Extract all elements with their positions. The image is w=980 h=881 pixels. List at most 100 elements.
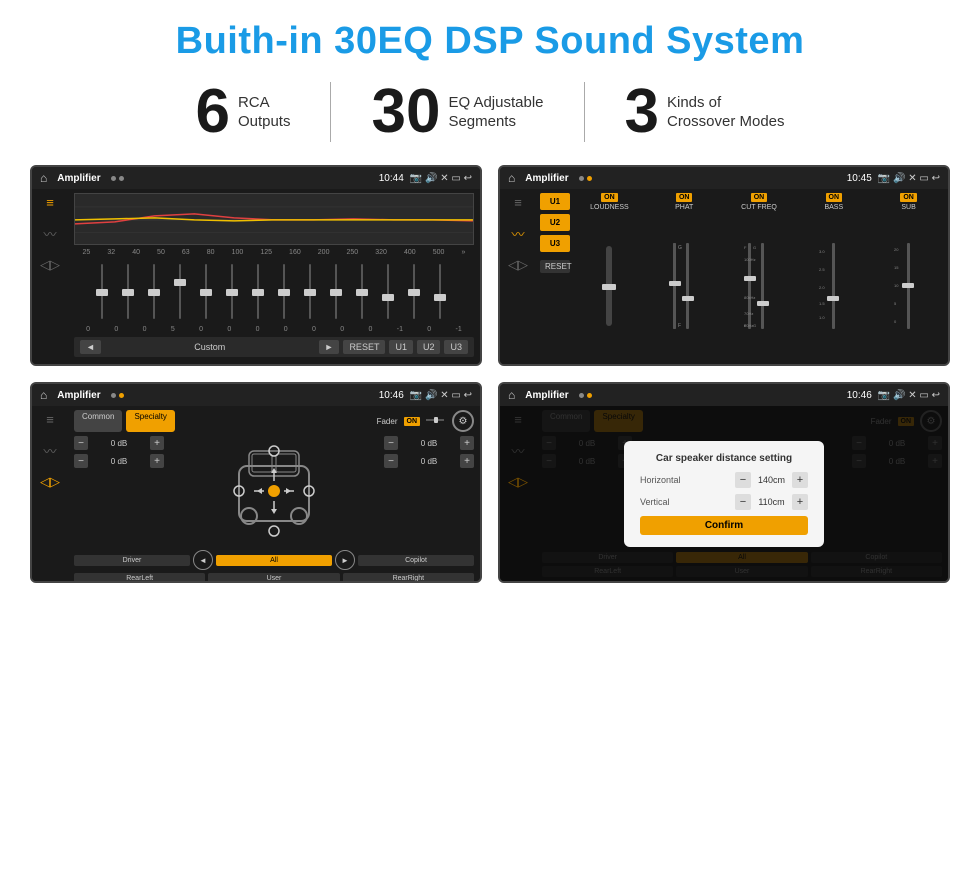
- spk-body: ≡ 〰 ◁▷ Common Specialty Fader ON: [32, 406, 480, 581]
- db-minus-3[interactable]: −: [384, 436, 398, 450]
- vertical-minus-btn[interactable]: −: [735, 494, 751, 510]
- loudness-slider[interactable]: [606, 246, 612, 326]
- dialog-row-horizontal: Horizontal − 140cm +: [640, 472, 808, 488]
- app-name-amp: Amplifier: [525, 173, 568, 184]
- rearleft-btn[interactable]: RearLeft: [74, 573, 205, 583]
- eq-icon[interactable]: ≡: [46, 195, 54, 210]
- confirm-button[interactable]: Confirm: [640, 516, 808, 535]
- eq-icon-amp[interactable]: ≡: [514, 195, 522, 210]
- arrow-left-icon[interactable]: ◄: [193, 550, 213, 570]
- db-plus-3[interactable]: +: [460, 436, 474, 450]
- home-icon-amp[interactable]: ⌂: [508, 171, 515, 185]
- eq-next-btn[interactable]: ►: [319, 340, 340, 354]
- spk-tabs: Common Specialty Fader ON ⚙: [74, 410, 474, 432]
- rearright-btn[interactable]: RearRight: [343, 573, 474, 583]
- home-icon-spk[interactable]: ⌂: [40, 388, 47, 402]
- stat-label-crossover: Kinds ofCrossover Modes: [667, 93, 785, 132]
- time-amp: 10:45: [847, 173, 872, 184]
- spk-diagram: [172, 436, 376, 546]
- vertical-value: 110cm: [754, 497, 789, 507]
- db-plus-2[interactable]: +: [150, 454, 164, 468]
- spk-left-controls: − 0 dB + − 0 dB +: [74, 436, 164, 546]
- svg-text:2.5: 2.5: [819, 267, 825, 272]
- status-bar-amp: ⌂ Amplifier 10:45 📷 🔊 ✕ ▭ ↩: [500, 167, 948, 189]
- channel-sub: ON SUB 20 15 10 5 0: [873, 193, 944, 360]
- svg-text:80kHz: 80kHz: [744, 295, 755, 300]
- channel-cutfreq: ON CUT FREQ F F G G: [724, 193, 795, 360]
- stats-row: 6 RCAOutputs 30 EQ AdjustableSegments 3 …: [30, 81, 950, 143]
- amp-u2-btn[interactable]: U2: [540, 214, 570, 231]
- screens-grid: ⌂ Amplifier 10:44 📷 🔊 ✕ ▭ ↩ ≡ 〰 ◁▷: [30, 165, 950, 583]
- eq-u2-btn[interactable]: U2: [417, 340, 441, 354]
- svg-text:1.0: 1.0: [819, 315, 825, 320]
- amp-u1-btn[interactable]: U1: [540, 193, 570, 210]
- db-minus-2[interactable]: −: [74, 454, 88, 468]
- eq-icon-spk[interactable]: ≡: [46, 412, 54, 427]
- eq-controls: ◄ Custom ► RESET U1 U2 U3: [74, 337, 474, 357]
- eq-u3-btn[interactable]: U3: [444, 340, 468, 354]
- eq-reset-btn[interactable]: RESET: [343, 340, 385, 354]
- amp-body: ≡ 〰 ◁▷ U1 U2 U3 RESET ON LO: [500, 189, 948, 364]
- amp-u3-btn[interactable]: U3: [540, 235, 570, 252]
- app-name-spk: Amplifier: [57, 390, 100, 401]
- horizontal-plus-btn[interactable]: +: [792, 472, 808, 488]
- dot-amp2: [587, 176, 592, 181]
- home-icon[interactable]: ⌂: [40, 171, 47, 185]
- dot-amp1: [579, 176, 584, 181]
- all-btn[interactable]: All: [216, 555, 332, 566]
- amp-reset-btn[interactable]: RESET: [540, 260, 570, 273]
- spk-right-controls: − 0 dB + − 0 dB +: [384, 436, 474, 546]
- fader-on-badge: ON: [404, 417, 421, 426]
- db-minus-4[interactable]: −: [384, 454, 398, 468]
- db-plus-4[interactable]: +: [460, 454, 474, 468]
- home-icon-dlg[interactable]: ⌂: [508, 388, 515, 402]
- vertical-plus-btn[interactable]: +: [792, 494, 808, 510]
- settings-icon[interactable]: ⚙: [452, 410, 474, 432]
- horizontal-minus-btn[interactable]: −: [735, 472, 751, 488]
- svg-text:0: 0: [894, 319, 897, 324]
- bass-slider: 3.0 2.5 2.0 1.5 1.0: [819, 241, 849, 331]
- driver-btn[interactable]: Driver: [74, 555, 190, 566]
- svg-text:G: G: [753, 245, 756, 250]
- db-minus-1[interactable]: −: [74, 436, 88, 450]
- vol-icon-spk[interactable]: ◁▷: [40, 474, 60, 490]
- stat-number-crossover: 3: [625, 81, 659, 143]
- dot1: [111, 176, 116, 181]
- db-plus-1[interactable]: +: [150, 436, 164, 450]
- svg-text:1.5: 1.5: [819, 301, 825, 306]
- db-control-3: − 0 dB +: [384, 436, 474, 450]
- wave-icon[interactable]: 〰: [43, 224, 56, 243]
- db-control-1: − 0 dB +: [74, 436, 164, 450]
- svg-text:3.0: 3.0: [819, 249, 825, 254]
- stat-eq: 30 EQ AdjustableSegments: [331, 81, 583, 143]
- volume-icon[interactable]: ◁▷: [40, 257, 60, 273]
- svg-text:100Hz: 100Hz: [744, 257, 756, 262]
- main-title: Buith-in 30EQ DSP Sound System: [30, 20, 950, 63]
- channel-phat: ON PHAT G F: [649, 193, 720, 360]
- wave-icon-amp[interactable]: 〰: [511, 224, 524, 243]
- dialog-row-vertical: Vertical − 110cm +: [640, 494, 808, 510]
- spk-footer: Driver ◄ All ► Copilot: [74, 550, 474, 570]
- status-icons-dlg: 📷 🔊 ✕ ▭ ↩: [878, 390, 940, 401]
- svg-text:60Hz: 60Hz: [744, 323, 753, 328]
- spk-content: Common Specialty Fader ON ⚙: [68, 406, 480, 581]
- arrow-right-icon[interactable]: ►: [335, 550, 355, 570]
- copilot-btn[interactable]: Copilot: [358, 555, 474, 566]
- status-icons-eq: 📷 🔊 ✕ ▭ ↩: [410, 173, 472, 184]
- time-eq: 10:44: [379, 173, 404, 184]
- vol-icon-amp[interactable]: ◁▷: [508, 257, 528, 273]
- eq-labels: 25 32 40 50 63 80 100 125 160 200 250 32…: [74, 249, 474, 256]
- tab-common[interactable]: Common: [74, 410, 122, 432]
- screen-speaker: ⌂ Amplifier 10:46 📷 🔊 ✕ ▭ ↩ ≡ 〰 ◁▷: [30, 382, 482, 583]
- svg-text:2.0: 2.0: [819, 285, 825, 290]
- eq-preset-name: Custom: [105, 342, 315, 352]
- screen-eq: ⌂ Amplifier 10:44 📷 🔊 ✕ ▭ ↩ ≡ 〰 ◁▷: [30, 165, 482, 366]
- wave-icon-spk[interactable]: 〰: [43, 441, 56, 460]
- eq-u1-btn[interactable]: U1: [389, 340, 413, 354]
- db-control-2: − 0 dB +: [74, 454, 164, 468]
- amp-channels: ON LOUDNESS ON PHAT: [574, 193, 944, 360]
- user-btn[interactable]: User: [208, 573, 339, 583]
- tab-specialty[interactable]: Specialty: [126, 410, 174, 432]
- eq-prev-btn[interactable]: ◄: [80, 340, 101, 354]
- eq-values: 0 0 0 5 0 0 0 0 0 0 0 -1 0 -1: [74, 326, 474, 333]
